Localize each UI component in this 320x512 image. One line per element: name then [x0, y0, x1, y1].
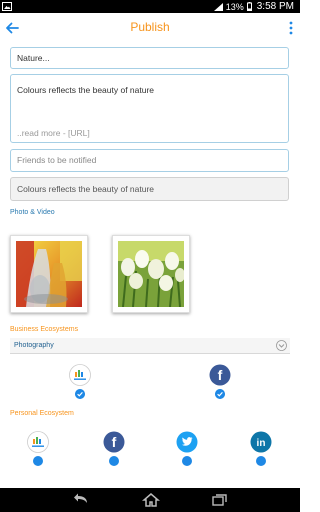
svg-text:in: in — [257, 438, 266, 449]
battery-icon — [246, 2, 252, 11]
linkedin-icon[interactable]: in — [250, 431, 272, 453]
ecosystem-dropdown[interactable]: Photography — [10, 338, 290, 354]
back-nav-icon[interactable] — [72, 492, 90, 508]
personal-ecosystem-label: Personal Ecosystem — [10, 410, 74, 417]
read-more-placeholder: ..read more - [URL] — [17, 128, 90, 138]
home-nav-icon[interactable] — [142, 492, 160, 508]
description-textarea[interactable]: Colours reflects the beauty of nature ..… — [10, 74, 289, 143]
tulips-image — [118, 241, 184, 307]
selected-checkmark-icon[interactable] — [75, 389, 85, 399]
app-logo-icon[interactable] — [69, 364, 91, 386]
ecosystem-toggle-dot[interactable] — [182, 456, 192, 466]
app-bar: Publish — [0, 13, 300, 43]
ecosystem-toggle-dot[interactable] — [109, 456, 119, 466]
ecosystem-toggle-dot[interactable] — [33, 456, 43, 466]
caption-field[interactable]: Colours reflects the beauty of nature — [10, 177, 289, 201]
title-input[interactable]: Nature... — [10, 47, 289, 69]
chevron-down-icon — [276, 340, 287, 351]
system-nav-bar — [0, 488, 300, 512]
ecosystem-toggle-dot[interactable] — [256, 456, 266, 466]
signal-icon — [213, 2, 223, 11]
svg-text:f: f — [218, 367, 223, 383]
battery-percent: 13% — [225, 1, 244, 12]
photo-video-label: Photo & Video — [10, 209, 55, 216]
twitter-icon[interactable] — [176, 431, 198, 453]
selected-checkmark-icon[interactable] — [215, 389, 225, 399]
page-title: Publish — [130, 20, 170, 34]
friends-input[interactable]: Friends to be notified — [10, 149, 289, 172]
media-thumbnail[interactable] — [10, 235, 88, 313]
recent-apps-icon[interactable] — [211, 492, 229, 508]
facebook-icon[interactable]: f — [209, 364, 231, 386]
colorful-glass-image — [16, 241, 82, 307]
description-text: Colours reflects the beauty of nature — [17, 85, 155, 95]
clock: 3:58 PM — [256, 1, 294, 12]
facebook-icon[interactable]: f — [103, 431, 125, 453]
image-notification-icon — [2, 2, 12, 11]
app-logo-icon[interactable] — [27, 431, 49, 453]
media-thumbnail[interactable] — [112, 235, 190, 313]
business-ecosystems-label: Business Ecosystems — [10, 326, 79, 333]
status-bar: 13% 3:58 PM — [0, 0, 300, 13]
ecosystem-selected-value: Photography — [14, 342, 54, 349]
overflow-menu-icon[interactable] — [288, 20, 294, 36]
svg-text:f: f — [112, 434, 117, 450]
